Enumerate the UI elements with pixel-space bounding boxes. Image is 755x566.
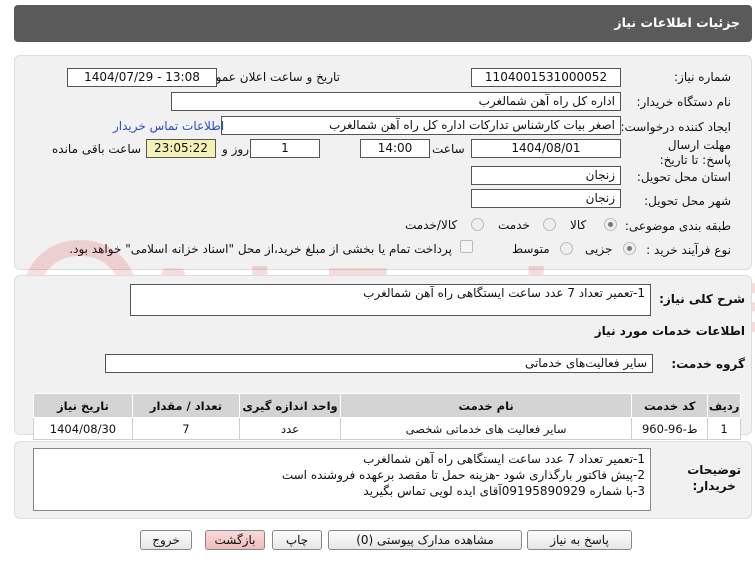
category-label: طبقه بندی موضوعی: [624, 219, 731, 233]
col-date: تاریخ نیاز [33, 393, 133, 418]
table-header-row: ردیف کد خدمت نام خدمت واحد اندازه گیری ت… [33, 393, 741, 418]
buyer-org-label: نام دستگاه خریدار: [636, 95, 732, 109]
service-group-field[interactable]: سایر فعالیت‌های خدماتی [105, 354, 653, 373]
cell-name: سایر فعالیت های خدماتی شخصی [339, 417, 633, 440]
deadline-time-field[interactable]: 14:00 [360, 139, 430, 158]
deadline-date-field[interactable]: 1404/08/01 [471, 139, 621, 158]
table-row[interactable]: 1 ط-96-960 سایر فعالیت های خدماتی شخصی ع… [33, 417, 741, 440]
days-field[interactable]: 1 [250, 139, 320, 158]
category-option-goods: کالا [570, 218, 587, 232]
city-label: شهر محل تحویل: [644, 194, 731, 208]
print-button[interactable]: چاپ [272, 530, 322, 550]
process-label: نوع فرآیند خرید : [646, 243, 731, 257]
col-unit: واحد اندازه گیری [239, 393, 341, 418]
treasury-checkbox[interactable] [460, 240, 473, 253]
col-name: نام خدمت [339, 393, 633, 418]
reply-button[interactable]: پاسخ به نیاز [527, 530, 632, 550]
process-radio-minor[interactable] [623, 242, 636, 255]
col-row: ردیف [707, 393, 741, 418]
remaining-time-field: 23:05:22 [146, 139, 216, 158]
creator-field[interactable]: اصغر بیات کارشناس تداركات اداره كل راه آ… [221, 116, 621, 135]
back-button[interactable]: بازگشت [205, 530, 265, 550]
cell-code: ط-96-960 [631, 417, 709, 440]
process-option-medium: متوسط [512, 242, 550, 256]
service-group-label: گروه خدمت: [671, 357, 745, 371]
summary-label: شرح کلی نیاز: [659, 292, 745, 306]
cell-qty: 7 [131, 417, 241, 440]
deadline-label: مهلت ارسال پاسخ: تا تاریخ: [659, 138, 731, 167]
category-radio-service[interactable] [543, 218, 556, 231]
buyer-org-field[interactable]: اداره کل راه آهن شمالغرب [171, 92, 621, 111]
buyer-contact-link[interactable]: اطلاعات تماس خریدار [113, 119, 224, 133]
summary-textarea[interactable]: 1-تعمیر تعداد 7 عدد ساعت ایستگاهی راه آه… [130, 284, 651, 316]
cell-unit: عدد [239, 417, 341, 440]
buyer-notes-label-line2: خریدار: [692, 479, 736, 493]
process-option-minor: جزیی [585, 242, 613, 256]
page-title: جزئیات اطلاعات نیاز [614, 15, 740, 30]
cell-row: 1 [707, 417, 741, 440]
buyer-note-line: 2-پیش فاکتور بارگذاری شود -هزینه حمل تا … [281, 468, 645, 482]
services-section-title: اطلاعات خدمات مورد نیاز [594, 324, 745, 338]
buyer-notes-textarea[interactable]: 1-تعمیر تعداد 7 عدد ساعت ایستگاهی راه آه… [33, 448, 651, 511]
category-option-service: خدمت [498, 218, 530, 232]
days-label: روز و [222, 142, 249, 156]
process-radio-medium[interactable] [560, 242, 573, 255]
category-radio-goods[interactable] [604, 218, 617, 231]
exit-button[interactable]: خروج [140, 530, 192, 550]
creator-label: ایجاد کننده درخواست: [620, 120, 731, 134]
remaining-label: ساعت باقی مانده [52, 142, 142, 156]
province-label: استان محل تحویل: [636, 170, 731, 184]
city-field[interactable]: زنجان [471, 189, 621, 208]
category-radio-goods-service[interactable] [471, 218, 484, 231]
cell-date: 1404/08/30 [33, 417, 133, 440]
announce-datetime-field[interactable]: 1404/07/29 - 13:08 [67, 68, 217, 87]
buyer-notes-label-line1: توضیحات [687, 463, 741, 477]
province-field[interactable]: زنجان [471, 166, 621, 185]
need-number-field[interactable]: 1104001531000052 [471, 68, 621, 87]
buyer-notes-label: توضیحات خریدار: [687, 462, 741, 494]
col-code: کد خدمت [631, 393, 709, 418]
need-number-label: شماره نیاز: [674, 70, 731, 84]
buyer-note-line: 3-با شماره 09195890929آقای ایده لویی تما… [363, 484, 645, 498]
title-bar: جزئیات اطلاعات نیاز [14, 5, 752, 42]
payment-note: پرداخت تمام یا بخشی از مبلغ خرید،از محل … [69, 242, 452, 256]
services-table: ردیف کد خدمت نام خدمت واحد اندازه گیری ت… [33, 393, 741, 440]
category-option-goods-service: کالا/خدمت [405, 218, 458, 232]
col-qty: تعداد / مقدار [131, 393, 241, 418]
buyer-note-line: 1-تعمیر تعداد 7 عدد ساعت ایستگاهی راه آه… [363, 452, 645, 466]
attachments-button[interactable]: مشاهده مدارک پیوستی (0) [328, 530, 522, 550]
deadline-time-label: ساعت [432, 142, 465, 156]
